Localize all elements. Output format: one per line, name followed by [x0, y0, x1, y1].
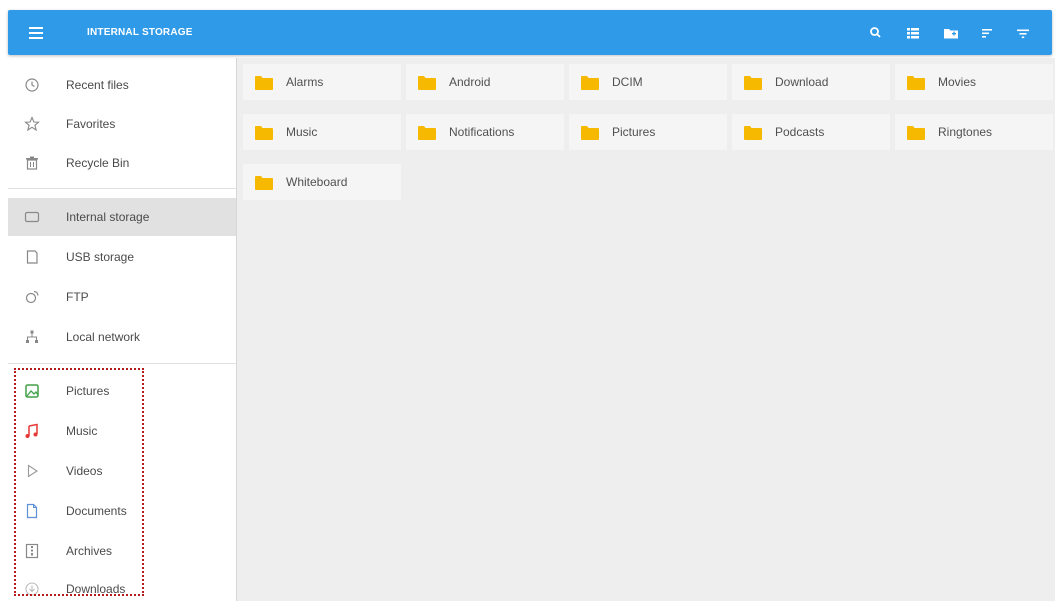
ftp-icon	[23, 288, 41, 306]
folder-item-download[interactable]: Download	[732, 64, 890, 100]
filter-icon[interactable]	[1012, 22, 1034, 44]
folder-item-alarms[interactable]: Alarms	[243, 64, 401, 100]
folder-icon	[255, 126, 273, 140]
folder-icon	[418, 76, 436, 90]
star-icon	[23, 115, 41, 133]
folder-name: Music	[286, 125, 318, 139]
folder-item-notifications[interactable]: Notifications	[406, 114, 564, 150]
folder-icon	[744, 126, 762, 140]
folder-icon	[255, 176, 273, 190]
folder-item-ringtones[interactable]: Ringtones	[895, 114, 1053, 150]
storage-icon	[23, 208, 41, 226]
sidebar-item-recycle-bin[interactable]: Recycle Bin	[8, 144, 236, 182]
file-grid: Alarms Android DCIM Download Movies Musi…	[237, 58, 1055, 601]
trash-icon	[23, 154, 41, 172]
folder-name: Pictures	[612, 125, 656, 139]
search-icon[interactable]	[865, 22, 887, 44]
sidebar-item-label: Recycle Bin	[66, 156, 130, 170]
new-folder-icon[interactable]	[940, 22, 962, 44]
divider	[8, 363, 236, 364]
network-icon	[23, 328, 41, 346]
folder-icon	[581, 76, 599, 90]
folder-item-movies[interactable]: Movies	[895, 64, 1053, 100]
folder-name: Android	[449, 75, 491, 89]
sidebar-item-internal-storage[interactable]: Internal storage	[8, 198, 236, 236]
menu-icon[interactable]	[26, 22, 50, 44]
folder-name: Whiteboard	[286, 175, 348, 189]
sidebar-item-ftp[interactable]: FTP	[8, 278, 236, 316]
sidebar-item-recent-files[interactable]: Recent files	[8, 66, 236, 104]
sidebar-item-label: Local network	[66, 330, 141, 344]
folder-name: DCIM	[612, 75, 643, 89]
highlight-annotation	[14, 368, 144, 596]
folder-name: Alarms	[286, 75, 324, 89]
sidebar-item-usb-storage[interactable]: USB storage	[8, 238, 236, 276]
folder-item-pictures[interactable]: Pictures	[569, 114, 727, 150]
folder-item-whiteboard[interactable]: Whiteboard	[243, 164, 401, 200]
folder-icon	[255, 76, 273, 90]
folder-name: Movies	[938, 75, 977, 89]
sort-icon[interactable]	[976, 22, 998, 44]
folder-name: Download	[775, 75, 829, 89]
sidebar-item-favorites[interactable]: Favorites	[8, 105, 236, 143]
sidebar-item-label: USB storage	[66, 250, 135, 264]
sidebar-item-label: Internal storage	[66, 210, 150, 224]
sidebar: Recent files Favorites Recycle Bin Inter…	[8, 60, 236, 601]
folder-name: Podcasts	[775, 125, 825, 139]
sidebar-item-label: FTP	[66, 290, 89, 304]
usb-icon	[23, 248, 41, 266]
divider	[8, 188, 236, 189]
app-toolbar: INTERNAL STORAGE	[8, 10, 1052, 55]
folder-icon	[581, 126, 599, 140]
folder-icon	[418, 126, 436, 140]
folder-name: Ringtones	[938, 125, 993, 139]
folder-item-dcim[interactable]: DCIM	[569, 64, 727, 100]
folder-icon	[907, 126, 925, 140]
folder-icon	[907, 76, 925, 90]
folder-name: Notifications	[449, 125, 515, 139]
folder-item-android[interactable]: Android	[406, 64, 564, 100]
clock-icon	[23, 76, 41, 94]
page-title: INTERNAL STORAGE	[87, 27, 193, 38]
view-list-icon[interactable]	[902, 22, 924, 44]
folder-item-music[interactable]: Music	[243, 114, 401, 150]
sidebar-item-label: Recent files	[66, 78, 129, 92]
sidebar-item-local-network[interactable]: Local network	[8, 318, 236, 356]
folder-item-podcasts[interactable]: Podcasts	[732, 114, 890, 150]
folder-icon	[744, 76, 762, 90]
sidebar-item-label: Favorites	[66, 117, 116, 131]
